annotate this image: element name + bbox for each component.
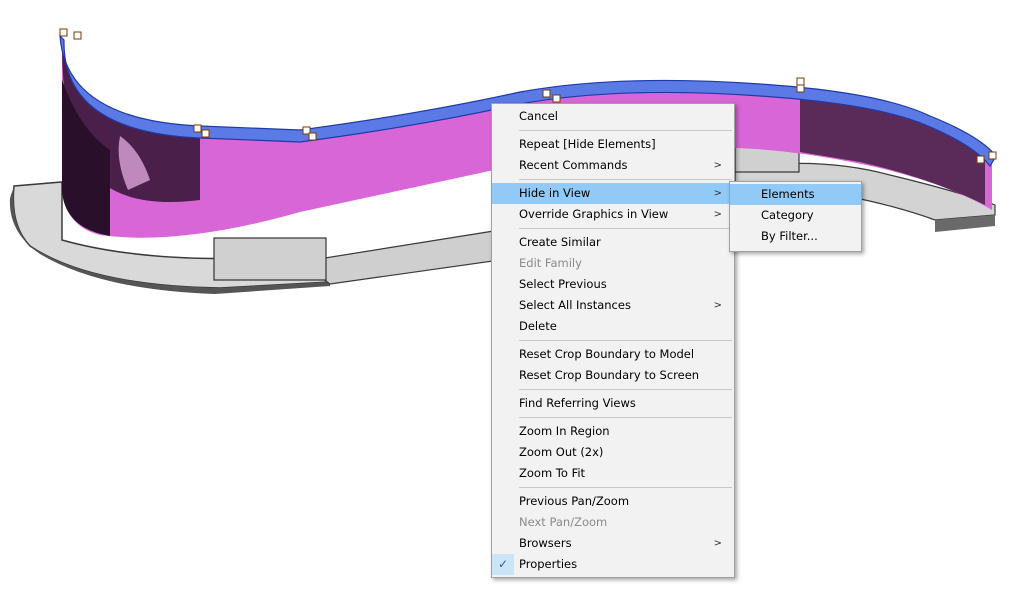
menu-item-recent-commands[interactable]: Recent Commands > xyxy=(492,155,734,176)
submenu-arrow-icon: > xyxy=(713,188,722,199)
menu-item-label: Elements xyxy=(761,187,815,201)
slab-block-1[interactable] xyxy=(213,237,327,281)
context-menu: Cancel Repeat [Hide Elements] Recent Comma… xyxy=(491,103,735,578)
submenu-arrow-icon: > xyxy=(713,209,722,220)
menu-item-edit-family: Edit Family xyxy=(492,253,734,274)
menu-separator xyxy=(519,487,732,488)
menu-separator xyxy=(519,228,732,229)
menu-item-label: Recent Commands xyxy=(519,158,628,172)
menu-item-label: Select Previous xyxy=(519,277,607,291)
menu-item-label: Cancel xyxy=(519,109,558,123)
menu-item-label: Zoom Out (2x) xyxy=(519,445,604,459)
menu-separator xyxy=(519,340,732,341)
menu-item-label: Next Pan/Zoom xyxy=(519,515,608,529)
menu-item-label: Category xyxy=(761,208,814,222)
menu-item-category[interactable]: Category xyxy=(730,205,861,226)
menu-item-label: Edit Family xyxy=(519,256,582,270)
floor-slab-mid[interactable] xyxy=(298,229,501,285)
menu-item-label: Reset Crop Boundary to Model xyxy=(519,347,695,361)
menu-item-properties[interactable]: ✓ Properties xyxy=(492,554,734,575)
menu-item-reset-crop-boundary-to-screen[interactable]: Reset Crop Boundary to Screen xyxy=(492,365,734,386)
menu-item-label: Find Referring Views xyxy=(519,396,636,410)
menu-item-label: Delete xyxy=(519,319,557,333)
submenu-arrow-icon: > xyxy=(713,538,722,549)
menu-item-label: By Filter... xyxy=(761,229,818,243)
menu-item-label: Hide in View xyxy=(519,186,591,200)
menu-item-browsers[interactable]: Browsers > xyxy=(492,533,734,554)
menu-item-select-previous[interactable]: Select Previous xyxy=(492,274,734,295)
menu-separator xyxy=(519,179,732,180)
checkmark-icon: ✓ xyxy=(492,554,514,575)
submenu-arrow-icon: > xyxy=(713,300,722,311)
menu-separator xyxy=(519,389,732,390)
menu-item-label: Select All Instances xyxy=(519,298,631,312)
menu-item-zoom-in-region[interactable]: Zoom In Region xyxy=(492,421,734,442)
menu-item-by-filter[interactable]: By Filter... xyxy=(730,226,861,247)
menu-item-reset-crop-boundary-to-model[interactable]: Reset Crop Boundary to Model xyxy=(492,344,734,365)
menu-item-elements[interactable]: Elements xyxy=(730,184,861,205)
menu-item-zoom-out-2x[interactable]: Zoom Out (2x) xyxy=(492,442,734,463)
menu-item-label: Repeat [Hide Elements] xyxy=(519,137,656,151)
menu-item-override-graphics-in-view[interactable]: Override Graphics in View > xyxy=(492,204,734,225)
menu-item-hide-in-view[interactable]: Hide in View > xyxy=(492,183,734,204)
submenu-arrow-icon: > xyxy=(713,160,722,171)
hide-in-view-submenu: Elements Category By Filter... xyxy=(729,181,862,252)
menu-item-cancel[interactable]: Cancel xyxy=(492,106,734,127)
menu-item-label: Override Graphics in View xyxy=(519,207,669,221)
menu-item-delete[interactable]: Delete xyxy=(492,316,734,337)
menu-item-label: Browsers xyxy=(519,536,572,550)
menu-item-create-similar[interactable]: Create Similar xyxy=(492,232,734,253)
menu-item-zoom-to-fit[interactable]: Zoom To Fit xyxy=(492,463,734,484)
menu-separator xyxy=(519,417,732,418)
menu-item-repeat-hide-elements[interactable]: Repeat [Hide Elements] xyxy=(492,134,734,155)
menu-item-previous-pan-zoom[interactable]: Previous Pan/Zoom xyxy=(492,491,734,512)
menu-item-label: Properties xyxy=(519,557,578,571)
menu-item-label: Reset Crop Boundary to Screen xyxy=(519,368,700,382)
menu-item-select-all-instances[interactable]: Select All Instances > xyxy=(492,295,734,316)
menu-item-label: Zoom In Region xyxy=(519,424,610,438)
menu-item-label: Zoom To Fit xyxy=(519,466,586,480)
menu-separator xyxy=(519,130,732,131)
menu-item-label: Create Similar xyxy=(519,235,601,249)
menu-item-label: Previous Pan/Zoom xyxy=(519,494,630,508)
menu-item-find-referring-views[interactable]: Find Referring Views xyxy=(492,393,734,414)
menu-item-next-pan-zoom: Next Pan/Zoom xyxy=(492,512,734,533)
